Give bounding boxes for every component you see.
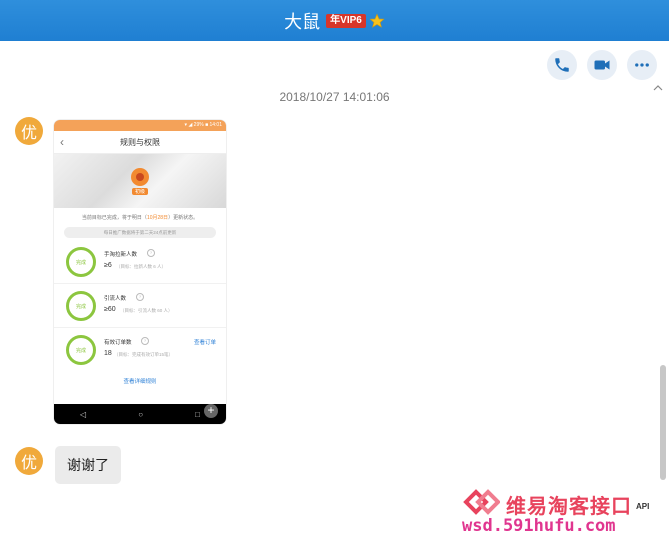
message-timestamp: 2018/10/27 14:01:06 (279, 90, 390, 104)
view-rules-link[interactable]: 查看详细规则 (54, 377, 226, 385)
metric-row: 完成 有效订单数 ? 查看订单 18 （目标：完成有效订单15笔） (54, 328, 226, 371)
chat-header: 大鼠 年VIP6 (0, 0, 669, 41)
progress-ring: 完成 (66, 291, 96, 321)
image-message[interactable]: ▾ ◢ 29% ■ 14:01 ‹ 规则与权限 初级 当前目标已完成，将于明日（… (54, 120, 226, 424)
metric-row: 完成 手淘拉新人数 ? ≥6 （目标：拉新人数 6 人） (54, 240, 226, 284)
video-icon (594, 60, 610, 70)
more-options-button[interactable] (627, 50, 657, 80)
help-icon: ? (147, 249, 155, 257)
watermark-api-text: API (636, 502, 650, 511)
metric-title: 引流人数 (104, 296, 127, 302)
metric-target: （目标：完成有效订单15笔） (114, 352, 174, 357)
metric-value: ≥60 (104, 306, 116, 313)
phone-status-bar: ▾ ◢ 29% ■ 14:01 (54, 120, 226, 131)
progress-ring: 完成 (66, 335, 96, 365)
more-icon (635, 63, 649, 67)
nav-recents-icon: □ (195, 409, 200, 419)
metric-value: 18 (104, 350, 112, 357)
phone-update-pill: 每日推广数据将于第二天24点前更新 (64, 227, 216, 238)
phone-icon (555, 58, 569, 72)
chat-toolbar (547, 50, 657, 80)
metric-value: ≥6 (104, 262, 112, 269)
notice-prefix: 当前目标已完成，将于明日（ (81, 215, 147, 221)
avatar[interactable]: 优 (15, 447, 43, 475)
watermark-brand-text: 维易淘客接口 (506, 496, 632, 518)
metric-target: （目标：拉新人数 6 人） (116, 264, 167, 269)
nav-back-icon: ◁ (80, 409, 87, 419)
level-badge: 初级 (131, 187, 148, 195)
metric-title: 有效订单数 (104, 340, 132, 346)
level-emblem-icon (131, 167, 149, 186)
contact-name: 大鼠 (284, 11, 321, 32)
help-icon: ? (136, 293, 144, 301)
phone-nav-bar: ‹ 规则与权限 (54, 131, 226, 154)
phone-notice: 当前目标已完成，将于明日（10月28日）更新状态。 (54, 214, 226, 221)
phone-page-title: 规则与权限 (120, 137, 160, 147)
scrollbar-thumb[interactable] (660, 365, 666, 480)
help-icon: ? (141, 337, 149, 345)
metric-row: 完成 引流人数 ? ≥60 （目标：引流人数 60 人） (54, 284, 226, 328)
phone-banner: 初级 (54, 154, 226, 208)
back-arrow-icon: ‹ (60, 135, 64, 149)
metric-title: 手淘拉新人数 (104, 252, 138, 258)
zoom-in-icon[interactable]: + (204, 404, 218, 418)
vip-badge: 年VIP6 (326, 13, 366, 28)
phone-system-navbar: ◁ ○ □ (54, 404, 226, 424)
watermark-url: wsd.591hufu.com (462, 516, 616, 536)
progress-ring: 完成 (66, 247, 96, 277)
video-call-button[interactable] (587, 50, 617, 80)
nav-home-icon: ○ (138, 409, 144, 419)
star-icon (369, 12, 385, 28)
avatar[interactable]: 优 (15, 117, 43, 145)
metric-target: （目标：引流人数 60 人） (120, 308, 173, 313)
view-orders-link[interactable]: 查看订单 (194, 338, 216, 346)
text-message-bubble[interactable]: 谢谢了 (55, 446, 121, 484)
watermark: 维易淘客接口 API wsd.591hufu.com (462, 488, 662, 544)
notice-suffix: ）更新状态。 (168, 215, 199, 221)
voice-call-button[interactable] (547, 50, 577, 80)
watermark-logo-icon (463, 489, 500, 515)
notice-date: 10月28日 (146, 215, 169, 221)
